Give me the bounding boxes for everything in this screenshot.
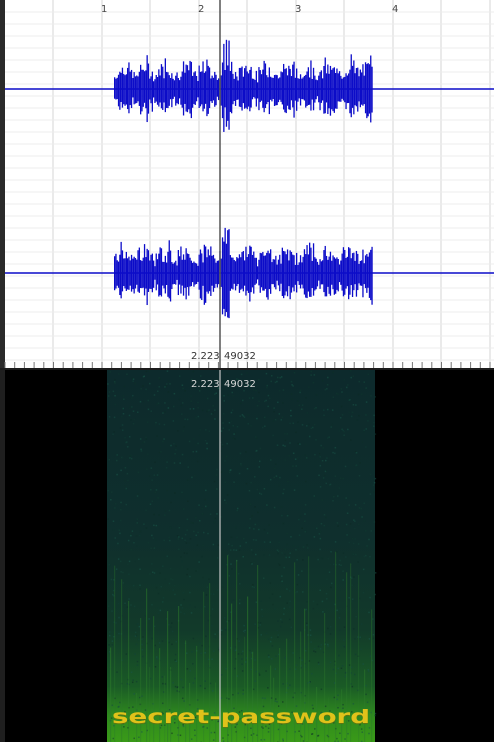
ruler-tick-label: 2 (198, 4, 205, 15)
ruler-tick-label: 4 (392, 4, 399, 15)
waveform-channel-2 (5, 227, 494, 319)
ruler-tick-label: 1 (101, 4, 108, 15)
ruler-tick-label: 3 (295, 4, 302, 15)
cursor-time-readout: 2.223 (191, 379, 220, 390)
waveform-panel[interactable]: 1 2 3 4 2.223 49032 (0, 0, 494, 370)
waveform-grid (5, 0, 494, 368)
hidden-message-text: secret-password (112, 706, 370, 728)
channel-2-waveform (114, 227, 373, 319)
spectrogram-panel[interactable]: secret-password secret-password 2.223 49… (0, 370, 494, 742)
cursor-sample-readout: 49032 (224, 351, 256, 362)
audio-editor-view: 1 2 3 4 2.223 49032 secret-password secr… (0, 0, 494, 742)
waveform-canvas[interactable] (0, 0, 494, 370)
panel-left-border (0, 0, 5, 370)
spectrogram-canvas[interactable]: secret-password secret-password (0, 370, 494, 742)
waveform-channel-1 (5, 39, 494, 132)
channel-1-waveform (114, 39, 373, 132)
cursor-time-readout: 2.223 (191, 351, 220, 362)
panel-left-border (0, 370, 5, 742)
cursor-sample-readout: 49032 (224, 379, 256, 390)
